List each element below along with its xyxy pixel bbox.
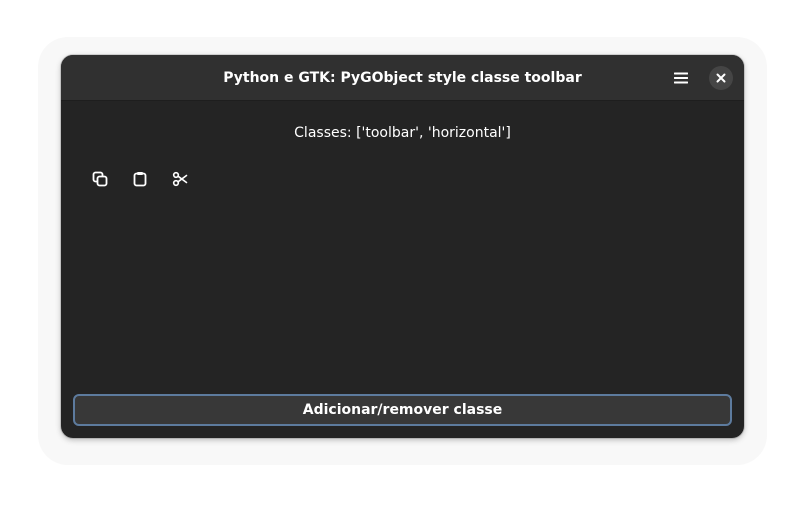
toolbar <box>82 165 198 193</box>
hamburger-menu-icon <box>674 72 688 84</box>
main-menu-button[interactable] <box>669 66 693 90</box>
copy-button[interactable] <box>82 165 118 193</box>
toggle-class-button[interactable]: Adicionar/remover classe <box>73 394 732 426</box>
close-icon <box>716 73 726 83</box>
app-window: Python e GTK: PyGObject style classe too… <box>61 55 744 438</box>
window-title: Python e GTK: PyGObject style classe too… <box>223 70 582 86</box>
cut-icon <box>172 171 188 187</box>
classes-label: Classes: ['toolbar', 'horizontal'] <box>294 125 511 141</box>
cut-button[interactable] <box>162 165 198 193</box>
close-button[interactable] <box>709 66 733 90</box>
paste-icon <box>133 172 147 187</box>
headerbar: Python e GTK: PyGObject style classe too… <box>61 55 744 101</box>
paste-button[interactable] <box>122 165 158 193</box>
copy-icon <box>92 171 108 187</box>
